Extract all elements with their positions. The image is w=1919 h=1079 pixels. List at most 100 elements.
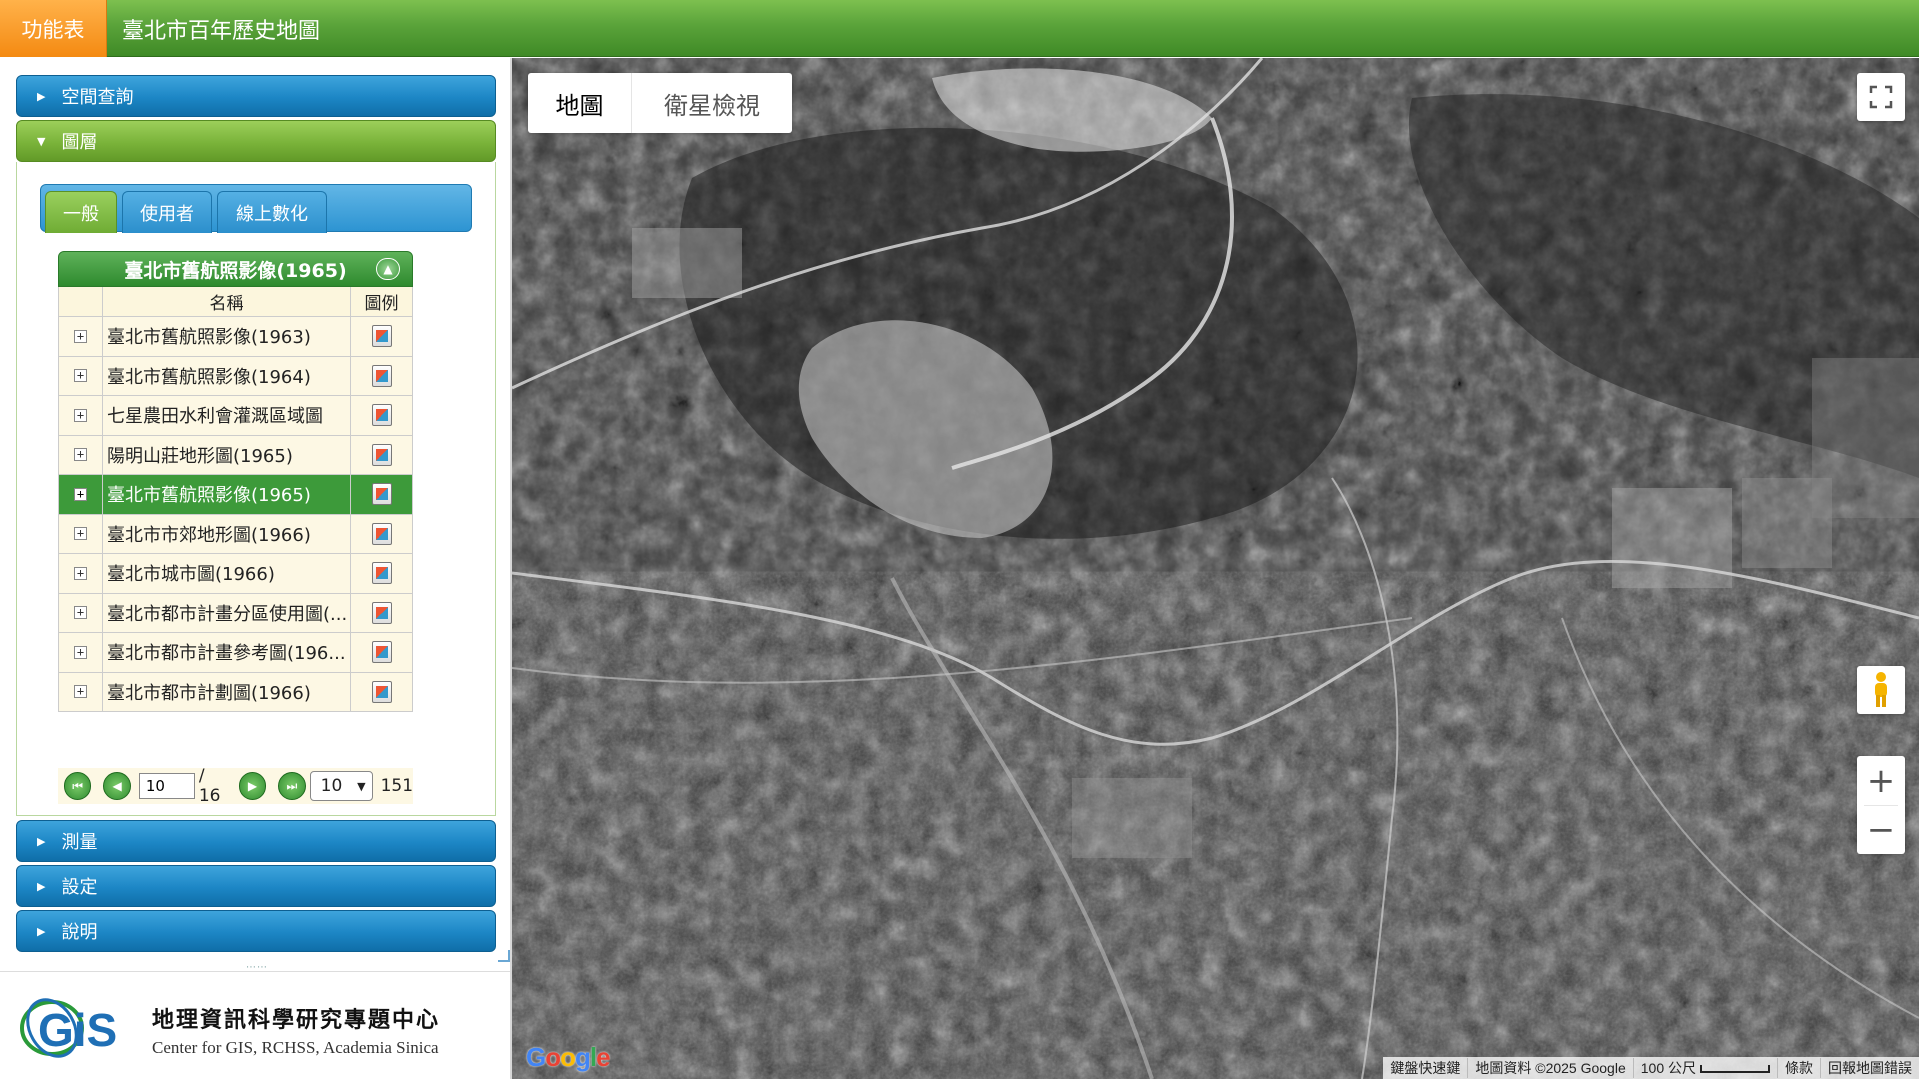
scale-indicator[interactable]: 100 公尺 (1632, 1058, 1777, 1078)
layer-row[interactable]: + 陽明山莊地形圖(1965) (58, 435, 413, 475)
legend-icon[interactable] (371, 443, 392, 466)
legend-icon[interactable] (371, 404, 392, 427)
legend-icon[interactable] (371, 522, 392, 545)
layer-grid-rows: + 臺北市舊航照影像(1963) + 臺北市舊航照影像(1964) + 七星農田水利會灌溉… (58, 317, 413, 712)
expand-plus-icon[interactable]: + (74, 408, 87, 422)
layer-row[interactable]: + 臺北市舊航照影像(1965) (58, 475, 413, 515)
panel-corner-resize-icon[interactable] (498, 950, 510, 962)
layer-row[interactable]: + 臺北市舊航照影像(1963) (58, 317, 413, 357)
total-pages: / 16 (198, 766, 221, 806)
layer-row[interactable]: + 七星農田水利會灌溉區域圖 (58, 396, 413, 436)
footer: GiS 地理資訊科學研究專題中心 Center for GIS, RCHSS, … (0, 971, 510, 1079)
menu-button[interactable]: 功能表 (0, 0, 107, 57)
aerial-photo (512, 58, 1919, 1079)
fullscreen-icon[interactable] (1857, 73, 1905, 121)
last-page-icon[interactable]: ⏭ (278, 772, 306, 800)
layer-name: 臺北市都市計畫參考圖(196... (103, 633, 351, 672)
legend-cell (351, 475, 412, 514)
layer-name: 臺北市舊航照影像(1963) (103, 317, 351, 356)
accordion-label: 空間查詢 (61, 87, 134, 108)
expand-plus-icon[interactable]: + (74, 685, 87, 699)
accordion-spatial-query[interactable]: ▶ 空間查詢 (16, 75, 496, 117)
column-name: 名稱 (103, 287, 351, 316)
expand-plus-icon[interactable]: + (74, 606, 87, 620)
expand-plus-icon[interactable]: + (74, 566, 87, 580)
expand-cell: + (59, 593, 103, 632)
layer-name: 七星農田水利會灌溉區域圖 (103, 396, 351, 435)
tab-digitize[interactable]: 線上數化 (217, 191, 327, 233)
expand-plus-icon[interactable]: + (74, 448, 87, 462)
center-name-en: Center for GIS, RCHSS, Academia Sinica (152, 1038, 439, 1057)
layer-name: 臺北市舊航照影像(1964) (103, 356, 351, 395)
layer-row[interactable]: + 臺北市都市計畫分區使用圖(... (58, 593, 413, 633)
caret-right-icon: ▶ (37, 834, 46, 848)
expand-plus-icon[interactable]: + (74, 527, 87, 541)
street-view-pegman-icon[interactable] (1857, 666, 1905, 714)
page-size-value: 10 (320, 776, 343, 796)
expand-cell: + (59, 317, 103, 356)
layer-row[interactable]: + 臺北市都市計畫參考圖(196... (58, 633, 413, 673)
legend-icon[interactable] (371, 562, 392, 585)
page-size-select[interactable]: 10 ▼ (309, 771, 373, 801)
map-type-map-button[interactable]: 地圖 (528, 73, 632, 133)
layer-row[interactable]: + 臺北市都市計劃圖(1966) (58, 672, 413, 712)
map-type-satellite-button[interactable]: 衛星檢視 (632, 73, 792, 133)
legend-cell (351, 594, 412, 633)
zoom-out-icon[interactable]: − (1857, 806, 1905, 854)
legend-cell (351, 436, 412, 475)
layers-panel: 一般 使用者 線上數化 臺北市舊航照影像(1965) ▲ 名稱 圖例 + 臺北市舊… (16, 162, 496, 816)
expand-plus-icon[interactable]: + (74, 329, 87, 343)
google-logo: Google (526, 1042, 611, 1072)
keyboard-shortcuts-link[interactable]: 鍵盤快速鍵 (1383, 1058, 1467, 1078)
terms-link[interactable]: 條款 (1777, 1058, 1820, 1078)
caret-right-icon: ▶ (37, 924, 46, 938)
expand-plus-icon[interactable]: + (74, 487, 87, 501)
zoom-in-icon[interactable]: + (1857, 757, 1905, 805)
legend-icon[interactable] (371, 601, 392, 624)
legend-icon[interactable] (371, 680, 392, 703)
layer-name: 臺北市舊航照影像(1965) (103, 475, 351, 514)
accordion-layers[interactable]: ▼ 圖層 (16, 120, 496, 162)
left-panel: ▶ 空間查詢 ▼ 圖層 一般 使用者 線上數化 臺北市舊航照影像(1965) ▲… (0, 58, 512, 1079)
report-error-link[interactable]: 回報地圖錯誤 (1820, 1058, 1919, 1078)
gis-logo: GiS (20, 998, 117, 1058)
layer-name: 臺北市市郊地形圖(1966) (103, 514, 351, 553)
gis-logo-text: GiS (38, 1004, 117, 1056)
expand-plus-icon[interactable]: + (74, 369, 87, 383)
expand-cell: + (59, 356, 103, 395)
legend-icon[interactable] (371, 325, 392, 348)
layer-tabs: 一般 使用者 線上數化 (40, 184, 472, 233)
map-attribution: 鍵盤快速鍵 地圖資料 ©2025 Google 100 公尺 條款 回報地圖錯誤 (1383, 1057, 1919, 1079)
legend-cell (351, 357, 412, 396)
legend-cell (351, 673, 412, 712)
legend-icon[interactable] (371, 364, 392, 387)
layer-row[interactable]: + 臺北市市郊地形圖(1966) (58, 514, 413, 554)
tab-user[interactable]: 使用者 (122, 191, 212, 233)
accordion-help[interactable]: ▶ 說明 (16, 910, 496, 952)
chevron-down-icon: ▼ (357, 779, 366, 793)
center-name-cn: 地理資訊科學研究專題中心 (152, 1007, 441, 1033)
expand-cell: + (59, 514, 103, 553)
layer-row[interactable]: + 臺北市城市圖(1966) (58, 554, 413, 594)
expand-plus-icon[interactable]: + (74, 645, 87, 659)
page-number-input[interactable] (138, 773, 195, 799)
expand-cell: + (59, 435, 103, 474)
legend-icon[interactable] (371, 641, 392, 664)
layer-grid: 臺北市舊航照影像(1965) ▲ 名稱 圖例 + 臺北市舊航照影像(1963) + 臺… (58, 251, 413, 712)
accordion-settings[interactable]: ▶ 設定 (16, 865, 496, 907)
map-data-credit: 地圖資料 ©2025 Google (1467, 1058, 1632, 1078)
next-page-icon[interactable]: ▶ (238, 772, 267, 800)
map-canvas[interactable]: 地圖 衛星檢視 + − Google 鍵盤快速鍵 地圖資料 ©2025 Goog… (512, 58, 1919, 1079)
collapse-up-icon[interactable]: ▲ (376, 258, 400, 280)
layer-name: 臺北市都市計劃圖(1966) (103, 672, 351, 711)
layer-grid-title: 臺北市舊航照影像(1965) ▲ (58, 251, 413, 287)
accordion-measure[interactable]: ▶ 測量 (16, 820, 496, 862)
caret-right-icon: ▶ (37, 89, 46, 103)
expand-cell: + (59, 475, 103, 514)
layer-row[interactable]: + 臺北市舊航照影像(1964) (58, 356, 413, 396)
prev-page-icon[interactable]: ◀ (103, 772, 131, 800)
legend-icon[interactable] (371, 483, 392, 506)
app-title: 臺北市百年歷史地圖 (122, 18, 321, 44)
first-page-icon[interactable]: ⏮ (64, 772, 92, 800)
tab-general[interactable]: 一般 (45, 191, 117, 233)
